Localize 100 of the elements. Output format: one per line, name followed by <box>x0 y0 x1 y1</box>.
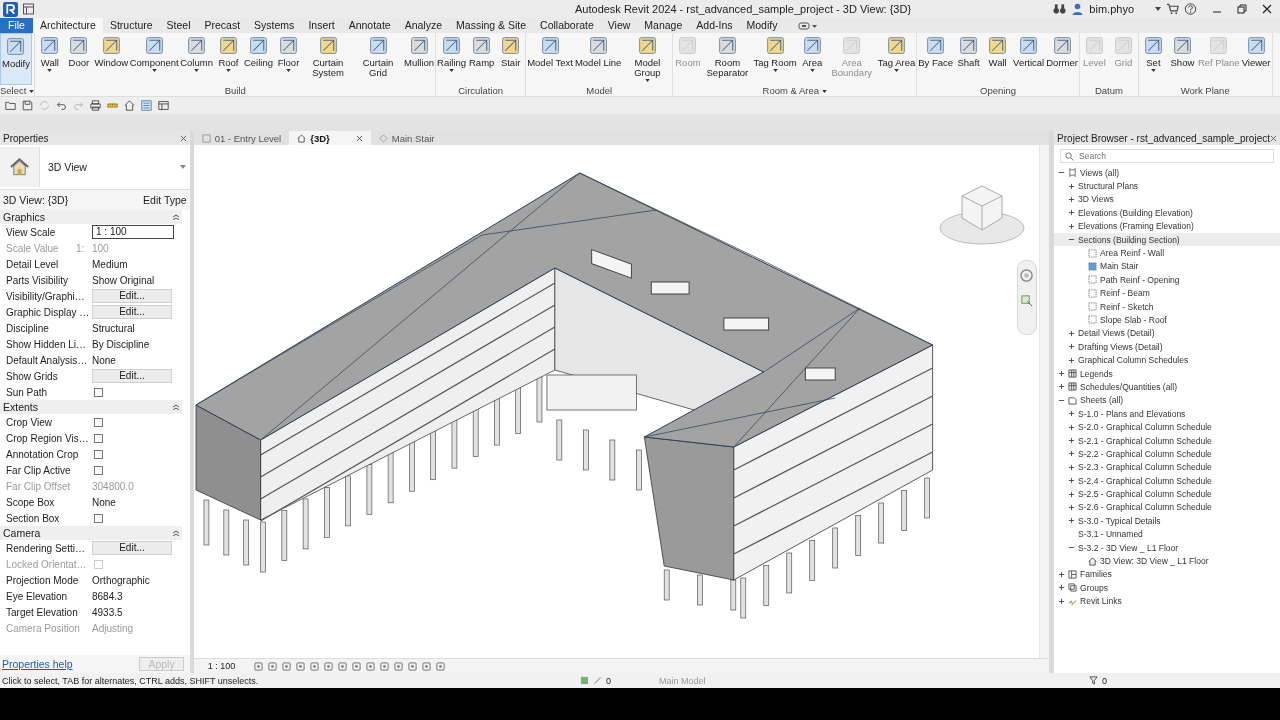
view-control-icon[interactable] <box>296 661 306 671</box>
expand-icon[interactable] <box>1068 343 1076 351</box>
type-name[interactable]: 3D View <box>40 161 180 173</box>
tree-item[interactable]: Reinf - Beam <box>1054 286 1280 300</box>
expand-icon[interactable] <box>1068 490 1076 498</box>
expand-icon[interactable] <box>1068 329 1076 337</box>
panel-title[interactable]: Work Plane <box>1138 85 1272 96</box>
window-switch-icon[interactable] <box>22 3 35 15</box>
ribbon-button[interactable]: Door <box>64 33 94 85</box>
expand-icon[interactable] <box>1068 450 1076 458</box>
search-field[interactable]: Search <box>1060 149 1274 163</box>
tree-item[interactable]: Reinf - Sketch <box>1054 299 1280 314</box>
tree-item[interactable]: S-2.3 - Graphical Column Schedule <box>1054 460 1280 474</box>
tree-item[interactable]: S-3.1 - Unnamed <box>1054 527 1280 541</box>
tree-item[interactable]: Legends <box>1054 366 1280 381</box>
tree-item[interactable]: Area Reinf - Wall <box>1054 246 1280 260</box>
caret-icon[interactable] <box>1155 7 1161 11</box>
ribbon-button[interactable]: Stair <box>496 33 526 85</box>
tree-item[interactable]: Drafting Views (Detail) <box>1054 340 1280 354</box>
ribbon-tab[interactable]: Add-Ins <box>689 18 740 33</box>
ribbon-tab[interactable]: Massing & Site <box>449 18 534 33</box>
tree-item[interactable]: S-2.5 - Graphical Column Schedule <box>1054 487 1280 501</box>
group-header[interactable]: Camera <box>3 527 41 539</box>
panel-title[interactable]: Model <box>526 85 673 96</box>
panel-toggle-icon[interactable] <box>798 21 819 30</box>
tree-item[interactable]: Sheets (all) <box>1054 393 1280 408</box>
ribbon-button[interactable]: Curtain System <box>303 33 353 85</box>
view-control-icon[interactable] <box>436 661 446 671</box>
ribbon-button[interactable]: Floor <box>274 33 303 85</box>
ribbon-button[interactable]: Component <box>129 33 180 85</box>
document-tab[interactable]: {3D} <box>289 131 371 145</box>
checkbox[interactable] <box>94 449 103 459</box>
view-control-icon[interactable] <box>324 661 334 671</box>
view-control-icon[interactable] <box>352 661 362 671</box>
ribbon-tab[interactable]: Manage <box>637 18 690 33</box>
panel-title[interactable]: Build <box>35 85 436 96</box>
expand-icon[interactable] <box>1068 477 1076 485</box>
view-control-icon[interactable] <box>254 661 264 671</box>
edit-button[interactable]: Edit... <box>92 541 172 555</box>
view-control-icon[interactable] <box>268 661 278 671</box>
expand-icon[interactable] <box>1068 463 1076 471</box>
ribbon-button[interactable]: Wall <box>35 33 65 85</box>
tree-item[interactable]: Detail Views (Detail) <box>1054 326 1280 341</box>
expand-icon[interactable] <box>1068 503 1076 511</box>
steering-wheel-icon[interactable] <box>1020 269 1034 282</box>
ribbon-button[interactable]: Tag Room <box>752 33 798 85</box>
user-name[interactable]: bim.phyo <box>1089 3 1134 15</box>
user-icon[interactable] <box>1071 3 1085 15</box>
tree-item[interactable]: 3D Views <box>1054 192 1280 207</box>
ribbon-button[interactable]: Ramp <box>467 33 497 85</box>
expand-icon[interactable] <box>1068 182 1076 190</box>
view-control-icon[interactable] <box>366 661 376 671</box>
expand-icon[interactable] <box>1068 195 1076 203</box>
expand-icon[interactable] <box>1068 423 1076 431</box>
binoculars-icon[interactable] <box>1053 3 1067 15</box>
scroll-bar[interactable] <box>1039 145 1050 658</box>
ribbon-button[interactable]: Curtain Grid <box>353 33 403 85</box>
ribbon-tab[interactable]: Analyze <box>397 18 450 33</box>
expand-icon[interactable] <box>1068 356 1076 364</box>
close-icon[interactable] <box>1262 4 1272 14</box>
ribbon-button[interactable]: Shaft <box>954 33 984 85</box>
expand-icon[interactable] <box>1058 383 1066 391</box>
ribbon-button[interactable]: Column <box>179 33 214 85</box>
tree-item[interactable]: Structural Plans <box>1054 179 1280 193</box>
print-icon[interactable] <box>90 100 101 111</box>
ribbon-tab[interactable]: Collaborate <box>533 18 601 33</box>
ribbon-button[interactable]: Dormer <box>1045 33 1079 85</box>
collapse-icon[interactable] <box>172 530 179 536</box>
view-control-icon[interactable] <box>282 661 292 671</box>
ribbon-tab[interactable]: Insert <box>301 18 342 33</box>
measure-icon[interactable] <box>107 100 118 111</box>
tree-item[interactable]: 3D View: 3D View _ L1 Floor <box>1054 554 1280 568</box>
expand-icon[interactable] <box>1058 570 1066 578</box>
tree-item[interactable]: S-2.2 - Graphical Column Schedule <box>1054 447 1280 461</box>
view-control-icon[interactable] <box>380 661 390 671</box>
ribbon-tab[interactable]: Precast <box>197 18 248 33</box>
ribbon-tab[interactable]: View <box>600 18 638 33</box>
folder-icon[interactable] <box>5 100 16 111</box>
tree-item[interactable]: Elevations (Framing Elevation) <box>1054 219 1280 233</box>
document-tab[interactable]: Main Stair <box>370 131 443 145</box>
ribbon-button[interactable]: Room Separator <box>702 33 753 85</box>
tree-item[interactable]: Slope Slab - Roof <box>1054 313 1280 327</box>
ribbon-button[interactable]: Set <box>1138 33 1168 85</box>
ribbon-button[interactable]: Mullion <box>403 33 436 85</box>
tree-item[interactable]: Sections (Building Section) <box>1054 232 1280 247</box>
ribbon-button[interactable]: Railing <box>436 33 468 85</box>
view-control-icon[interactable] <box>408 661 418 671</box>
tree-item[interactable]: S-2.0 - Graphical Column Schedule <box>1054 420 1280 434</box>
view-control-icon[interactable] <box>310 661 320 671</box>
expand-icon[interactable] <box>1068 222 1076 230</box>
expand-icon[interactable] <box>1058 584 1066 592</box>
tree-item[interactable]: S-2.6 - Graphical Column Schedule <box>1054 500 1280 515</box>
zoom-icon[interactable] <box>1020 294 1034 307</box>
ribbon-tab[interactable]: Annotate <box>341 18 398 33</box>
tree-item[interactable]: Elevations (Building Elevation) <box>1054 206 1280 220</box>
ribbon-tab[interactable]: Architecture <box>32 18 103 33</box>
ribbon-tab[interactable]: File <box>0 18 33 33</box>
help-link[interactable]: Properties help <box>2 658 73 670</box>
checkbox[interactable] <box>94 433 103 443</box>
window-icon[interactable] <box>158 100 169 111</box>
